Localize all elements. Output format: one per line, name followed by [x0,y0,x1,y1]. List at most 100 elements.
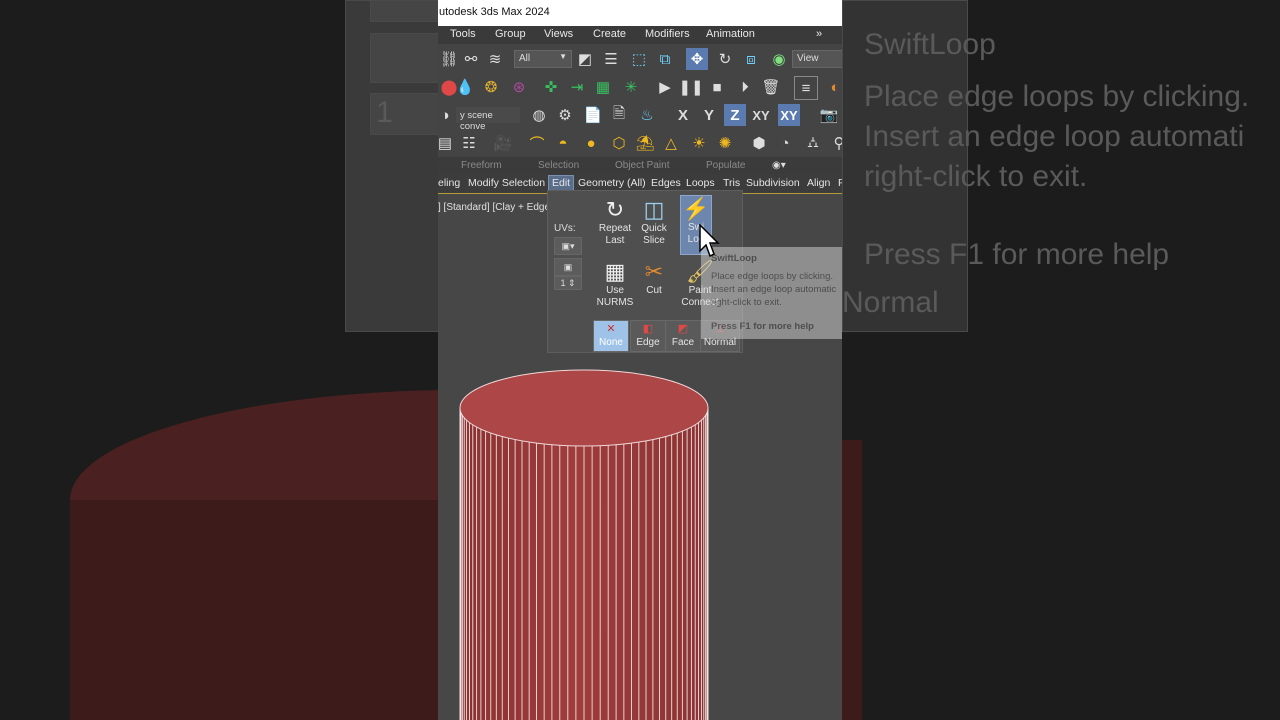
select-by-name-icon[interactable]: ☰ [600,48,622,70]
subtab-loops[interactable]: Loops [683,177,718,189]
delete-icon[interactable]: 🗑 [760,76,782,98]
menu-more[interactable]: » [816,28,822,40]
constrain-z-button[interactable]: Z [724,104,746,126]
uv-edit-icon[interactable]: ▣ [554,258,582,276]
constrain-xy-button[interactable]: XY [750,104,772,126]
mirror-icon[interactable]: ✜ [540,76,562,98]
subtab-align[interactable]: Align [804,177,833,189]
menu-bar: Tools Group Views Create Modifiers Anima… [438,26,842,44]
menu-group[interactable]: Group [495,28,526,40]
tab-selection[interactable]: Selection [538,160,579,171]
select-move-icon[interactable]: ✥ [686,48,708,70]
scene-explorer-field[interactable]: y scene conve [456,107,520,132]
ribbon-options-icon[interactable]: ◉▾ [772,160,786,171]
photometric-light-icon[interactable]: ⬡ [608,132,630,154]
omni-light-icon[interactable]: ● [580,132,602,154]
place-icon[interactable]: ◉ [768,48,790,70]
video-camera-icon[interactable]: 🎥 [492,132,514,154]
subtab-edit[interactable]: Edit [548,175,575,191]
quick-slice-button[interactable]: ◫ Quick Slice [634,197,674,247]
subtab-modeling[interactable]: eling [438,177,463,189]
menu-tools[interactable]: Tools [450,28,476,40]
subtab-more[interactable]: F [835,177,842,189]
background-number: 1 [376,96,393,129]
uv-channel-icon[interactable]: ▣▾ [554,237,582,255]
menu-animation[interactable]: Animation [706,28,755,40]
window-crossing-icon[interactable]: ⧉ [654,48,676,70]
uv-spinner[interactable]: 1 ⇕ [554,276,582,290]
box-icon[interactable]: ⬢ [748,132,770,154]
camera-icon[interactable]: 📷 [818,104,840,126]
background-line: right-click to exit. [864,160,1088,193]
constraint-none-button[interactable]: ✕ None [593,320,629,352]
align-icon[interactable]: ⇥ [566,76,588,98]
water-drop-icon[interactable]: 💧 [454,76,476,98]
background-left: 1 [0,0,438,720]
play-icon[interactable]: ▶ [654,76,676,98]
repeat-last-button[interactable]: ↻ Repeat Last [595,197,635,247]
dome-light-icon[interactable]: ◓ [552,132,574,154]
tab-freeform[interactable]: Freeform [461,160,502,171]
file-gear-icon[interactable]: 🗎 [608,104,630,126]
menu-create[interactable]: Create [593,28,626,40]
tooltip-line: Insert an edge loop automatic [711,284,837,295]
tab-object-paint[interactable]: Object Paint [615,160,669,171]
list-view-icon[interactable]: ☷ [458,132,480,154]
menu-views[interactable]: Views [544,28,573,40]
target-light-icon[interactable]: △ [660,132,682,154]
subtab-subdivision[interactable]: Subdivision [743,177,803,189]
link-icon[interactable]: ⛓ [438,48,460,70]
reference-coordinate-dropdown[interactable]: View [792,50,842,68]
sphere-tool-icon[interactable]: ◍ [528,104,550,126]
constraint-face-button[interactable]: ◩ Face [665,320,701,352]
scene-explorer-icon[interactable]: ◑ [438,104,456,126]
menu-modifiers[interactable]: Modifiers [645,28,690,40]
file-edit-icon[interactable]: 📄 [582,104,604,126]
list-icon[interactable]: ≡ [794,76,818,100]
background-normal: Normal [842,286,939,319]
stop-icon[interactable]: ■ [706,76,728,98]
viewport-label[interactable]: ] [Standard] [Clay + Edge [438,202,550,213]
skylight-icon[interactable]: ✺ [714,132,736,154]
tooltip-line: Place edge loops by clicking. [711,271,833,282]
select-scale-icon[interactable]: ⧈ [740,48,762,70]
unlink-icon[interactable]: ⚯ [460,48,482,70]
use-nurms-button[interactable]: ▦ Use NURMS [595,259,635,309]
layer-icon[interactable]: ▦ [592,76,614,98]
subtab-edges[interactable]: Edges [648,177,684,189]
gear-sphere-icon[interactable]: ⚙ [554,104,576,126]
select-object-icon[interactable]: ◩ [574,48,596,70]
spot-light-icon[interactable]: ⌒ [526,132,548,154]
biped-icon[interactable]: ⚲ [828,132,843,154]
subtab-modify-selection[interactable]: Modify Selection [465,177,548,189]
subtab-tris[interactable]: Tris [720,177,743,189]
teapot-icon[interactable]: ♨ [636,104,658,126]
constrain-y-button[interactable]: Y [698,104,720,126]
free-spot-icon[interactable]: ⛱ [634,132,656,154]
particle-icon[interactable]: ⊛ [508,76,530,98]
render-icon[interactable]: ◐ [824,76,842,98]
snap-group-icon[interactable]: ❂ [480,76,502,98]
background-title: SwiftLoop [864,28,996,61]
tab-populate[interactable]: Populate [706,160,745,171]
constraint-edge-button[interactable]: ◧ Edge [630,320,666,352]
subtab-geometry[interactable]: Geometry (All) [575,177,649,189]
cut-button[interactable]: ✂ Cut [634,259,674,297]
selection-filter-dropdown[interactable]: All ▼ [514,50,572,68]
pause-icon[interactable]: ❚❚ [678,76,703,98]
bones-icon[interactable]: ⛼ [802,132,824,154]
constrain-xyz-button[interactable]: XY [778,104,800,126]
edge-constraint-icon: ◧ [642,323,654,335]
select-rotate-icon[interactable]: ↻ [714,48,736,70]
material-icon[interactable]: ◔ [774,132,796,154]
rectangle-selection-icon[interactable]: ⬚ [628,48,650,70]
bind-spacewarp-icon[interactable]: ≋ [484,48,506,70]
scissors-icon: ✂ [644,259,664,284]
constrain-x-button[interactable]: X [672,104,694,126]
play-forward-icon[interactable]: ⏵ [734,76,756,98]
scatter-icon[interactable]: ✳ [620,76,642,98]
panel-icon[interactable]: ▤ [438,132,456,154]
app-window: utodesk 3ds Max 2024 Tools Group Views C… [438,0,842,720]
sun-icon[interactable]: ☀ [688,132,710,154]
main-toolbar-row-4: ▤ ☷ 🎥 ⌒ ◓ ● ⬡ ⛱ △ ☀ ✺ ⬢ ◔ ⛼ ⚲ [438,129,842,157]
